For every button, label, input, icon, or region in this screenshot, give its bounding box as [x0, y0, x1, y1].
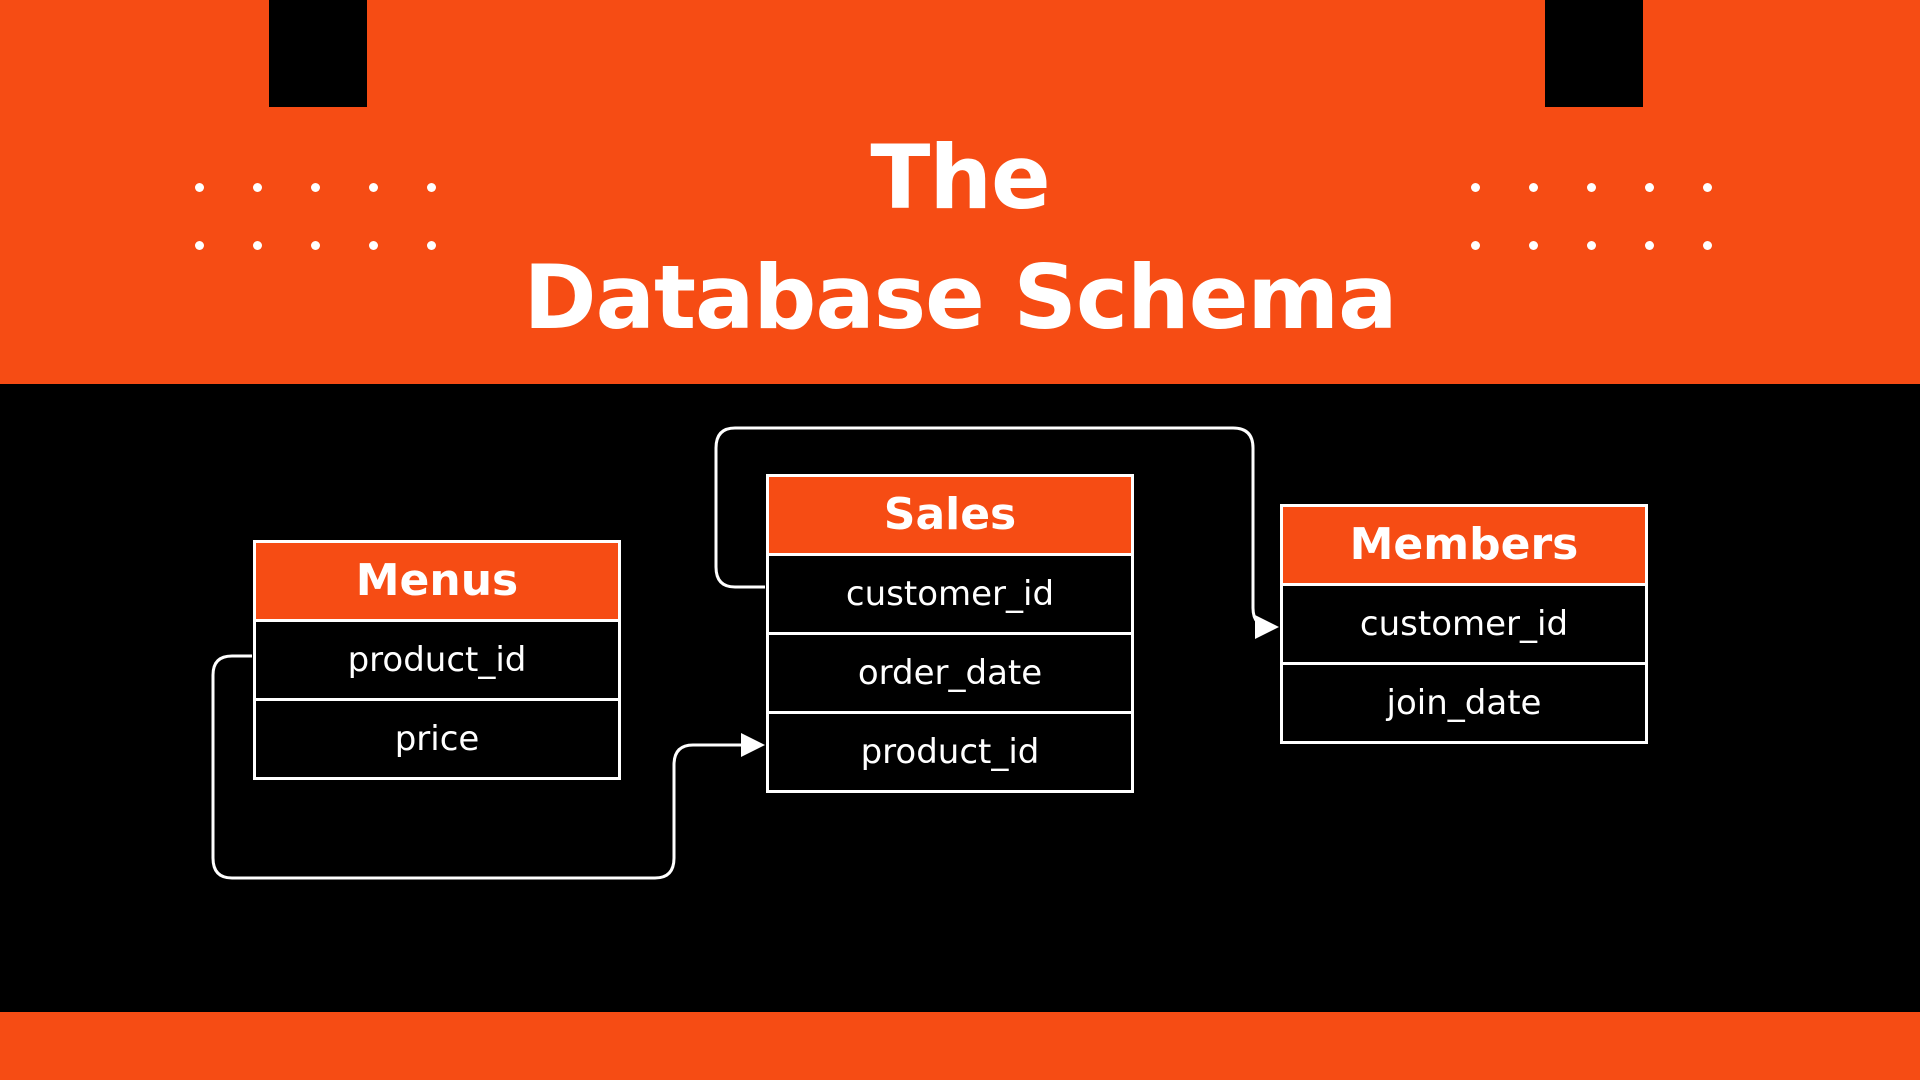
table-menus-field-product-id: product_id: [256, 622, 618, 701]
table-members: Members customer_id join_date: [1280, 504, 1648, 744]
table-sales-header: Sales: [769, 477, 1131, 556]
table-members-field-join-date: join_date: [1386, 683, 1542, 723]
table-sales-field-product-id: product_id: [860, 732, 1040, 772]
table-members-field-customer-id: customer_id: [1283, 586, 1645, 665]
table-menus-field-price: price: [394, 719, 480, 759]
table-menus-header: Menus: [256, 543, 618, 622]
table-members-header: Members: [1283, 507, 1645, 586]
table-sales-field-customer-id: customer_id: [769, 556, 1131, 635]
table-sales-field-order-date: order_date: [769, 635, 1131, 714]
table-sales: Sales customer_id order_date product_id: [766, 474, 1134, 793]
table-menus: Menus product_id price: [253, 540, 621, 780]
